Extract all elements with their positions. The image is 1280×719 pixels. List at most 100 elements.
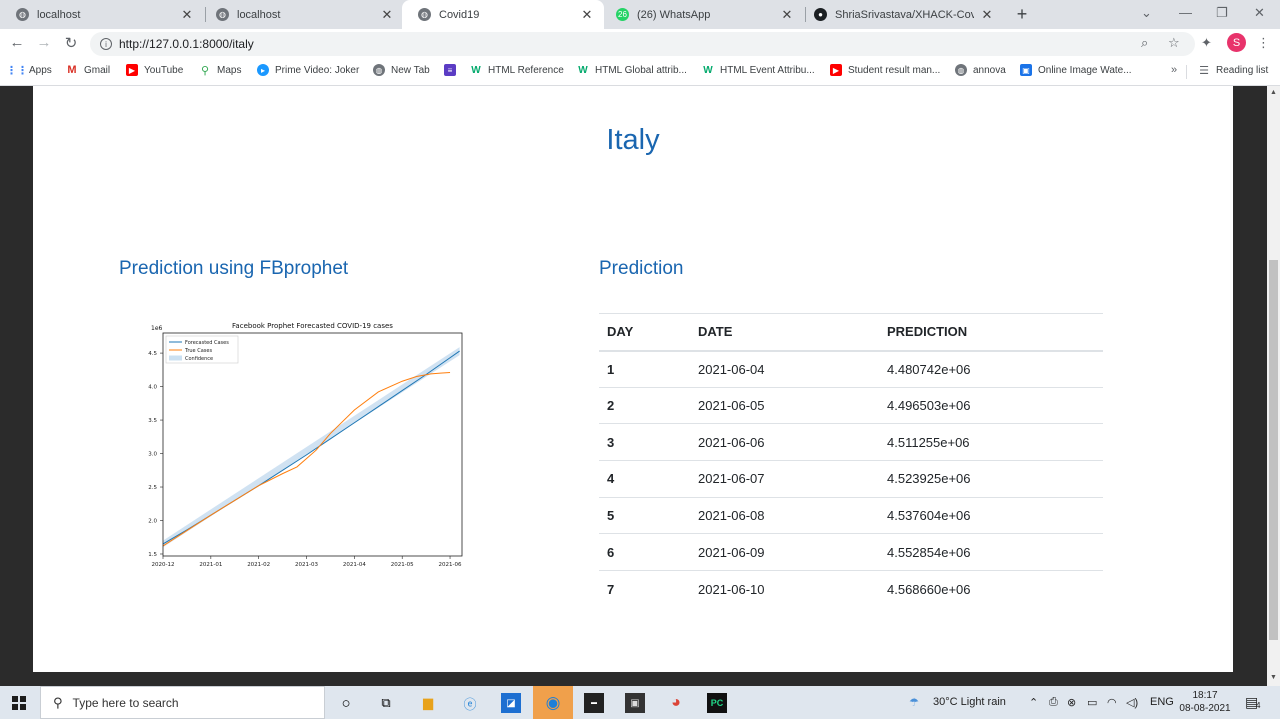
store-icon[interactable]: ◪ bbox=[501, 693, 521, 713]
network-alert-icon[interactable]: ⊗ bbox=[1067, 696, 1076, 709]
bookmark-label: Apps bbox=[29, 64, 52, 76]
page-viewport: Italy Prediction using FBprophet Predict… bbox=[0, 86, 1267, 686]
close-icon[interactable]: ✕ bbox=[180, 7, 194, 23]
zoom-icon[interactable]: ⌕ bbox=[1141, 35, 1148, 51]
page-content: Italy Prediction using FBprophet Predict… bbox=[33, 86, 1233, 672]
table-row: 3 2021-06-06 4.511255e+06 bbox=[599, 423, 1103, 462]
reload-icon[interactable]: ↻ bbox=[62, 34, 80, 52]
bookmarks-overflow-button[interactable]: » bbox=[1171, 64, 1177, 76]
file-explorer-icon[interactable]: ▆ bbox=[418, 693, 438, 713]
minimize-icon[interactable]: — bbox=[1179, 5, 1192, 20]
cell-date: 2021-06-06 bbox=[690, 423, 879, 462]
prediction-table: DAY DATE PREDICTION 1 2021-06-04 4.48074… bbox=[599, 313, 1103, 607]
page-scrollbar[interactable]: ▲ ▼ bbox=[1267, 86, 1280, 686]
cortana-icon[interactable]: ○ bbox=[336, 693, 356, 713]
tab-search-icon[interactable]: ⌄ bbox=[1141, 5, 1152, 21]
cell-day: 2 bbox=[599, 387, 690, 425]
bookmark-annova[interactable]: ◍ annova bbox=[955, 64, 1006, 76]
volume-icon[interactable]: ◁) bbox=[1126, 696, 1138, 709]
forward-arrow-icon[interactable]: → bbox=[35, 34, 53, 51]
reading-list-button[interactable]: ☰ Reading list bbox=[1198, 64, 1268, 77]
prediction-section-heading: Prediction bbox=[599, 258, 684, 279]
x-tick-label: 2021-02 bbox=[247, 562, 270, 568]
tab-github[interactable]: ● ShriaSrivastava/XHACK-Covid ✕ bbox=[798, 0, 1004, 29]
tab-title: (26) WhatsApp bbox=[637, 8, 711, 21]
table-row: 7 2021-06-10 4.568660e+06 bbox=[599, 571, 1103, 608]
bookmark-html-reference[interactable]: W HTML Reference bbox=[470, 64, 564, 76]
terminal-icon[interactable]: ▬ bbox=[584, 693, 604, 713]
w3schools-icon: W bbox=[703, 64, 713, 76]
gmail-icon: M bbox=[67, 64, 77, 76]
battery-icon[interactable]: ▭ bbox=[1087, 696, 1097, 709]
cell-day: 4 bbox=[599, 460, 690, 498]
bookmark-maps[interactable]: ⚲ Maps bbox=[199, 64, 241, 77]
windows-start-icon[interactable] bbox=[12, 696, 26, 710]
cell-prediction: 4.537604e+06 bbox=[879, 497, 1103, 535]
bookmark-label: Prime Video: Joker bbox=[275, 64, 360, 76]
chrome-icon[interactable]: ◕ bbox=[666, 693, 686, 713]
extensions-puzzle-icon[interactable]: ✦ bbox=[1201, 35, 1212, 51]
bookmark-html-global[interactable]: W HTML Global attrib... bbox=[577, 64, 687, 76]
profile-avatar[interactable]: S bbox=[1227, 33, 1246, 52]
cell-day: 6 bbox=[599, 533, 690, 572]
tab-localhost-1[interactable]: ◍ localhost ✕ bbox=[0, 0, 204, 29]
url-text[interactable]: http://127.0.0.1:8000/italy bbox=[119, 37, 254, 51]
weather-text[interactable]: 30°C Light rain bbox=[933, 696, 1006, 708]
weather-icon: ☂ bbox=[909, 697, 919, 709]
github-icon: ● bbox=[814, 8, 827, 21]
bookmark-star-icon[interactable]: ☆ bbox=[1168, 35, 1180, 51]
bookmark-list[interactable]: ≡ bbox=[444, 64, 462, 76]
tab-whatsapp[interactable]: 26 (26) WhatsApp ✕ bbox=[600, 0, 804, 29]
globe-icon: ◍ bbox=[955, 64, 967, 76]
bookmarks-bar: ⋮⋮ Apps M Gmail ▶ YouTube ⚲ Maps ▸ Prime… bbox=[0, 59, 1280, 86]
scrollbar-thumb[interactable] bbox=[1269, 260, 1278, 640]
close-icon[interactable]: ✕ bbox=[780, 7, 794, 23]
tab-covid19[interactable]: ◍ Covid19 ✕ bbox=[402, 0, 604, 29]
scroll-up-icon[interactable]: ▲ bbox=[1270, 89, 1277, 96]
window-close-icon[interactable]: ✕ bbox=[1254, 5, 1265, 21]
w3schools-icon: W bbox=[471, 64, 481, 76]
close-icon[interactable]: ✕ bbox=[380, 7, 394, 23]
forecast-chart: Facebook Prophet Forecasted COVID-19 cas… bbox=[148, 322, 463, 568]
x-tick-label: 2021-04 bbox=[343, 562, 366, 568]
meet-now-icon[interactable]: ⎙ bbox=[1049, 696, 1058, 709]
bookmark-prime-video[interactable]: ▸ Prime Video: Joker bbox=[257, 64, 359, 76]
back-arrow-icon[interactable]: ← bbox=[8, 34, 26, 51]
image-icon: ▣ bbox=[1020, 64, 1032, 76]
legend-label: Confidence bbox=[185, 356, 213, 362]
close-icon[interactable]: ✕ bbox=[580, 7, 594, 23]
bookmark-new-tab[interactable]: ◍ New Tab bbox=[373, 64, 430, 76]
clock-date: 08-08-2021 bbox=[1179, 703, 1231, 714]
bookmark-apps[interactable]: ⋮⋮ Apps bbox=[6, 64, 52, 77]
true-cases-line bbox=[162, 372, 451, 547]
edge-icon[interactable]: ◉ bbox=[533, 686, 573, 719]
bookmarks-divider bbox=[1186, 65, 1187, 79]
tab-strip: ◍ localhost ✕ ◍ localhost ✕ ◍ Covid19 ✕ … bbox=[0, 0, 1280, 29]
info-icon[interactable]: i bbox=[100, 38, 112, 50]
bookmark-online-image[interactable]: ▣ Online Image Wate... bbox=[1020, 64, 1132, 76]
internet-explorer-icon[interactable]: ⓔ bbox=[460, 693, 480, 713]
bookmark-label: HTML Reference bbox=[488, 64, 564, 76]
address-bar[interactable]: i http://127.0.0.1:8000/italy bbox=[90, 32, 1195, 56]
task-view-icon[interactable]: ⧉ bbox=[376, 693, 396, 713]
app-window-icon[interactable]: ▣ bbox=[625, 693, 645, 713]
pycharm-icon[interactable]: PC bbox=[707, 693, 727, 713]
bookmark-html-event[interactable]: W HTML Event Attribu... bbox=[702, 64, 814, 76]
bookmark-student-result[interactable]: ▶ Student result man... bbox=[830, 64, 940, 76]
bookmark-gmail[interactable]: M Gmail bbox=[66, 64, 110, 76]
new-tab-button[interactable]: + bbox=[1013, 4, 1031, 25]
youtube-icon: ▶ bbox=[830, 64, 842, 76]
bookmark-youtube[interactable]: ▶ YouTube bbox=[126, 64, 183, 76]
table-row: 5 2021-06-08 4.537604e+06 bbox=[599, 497, 1103, 535]
menu-kebab-icon[interactable]: ⋮ bbox=[1257, 35, 1270, 51]
tray-expand-icon[interactable]: ⌃ bbox=[1029, 696, 1038, 709]
taskbar-search-box[interactable]: ⚲ Type here to search bbox=[40, 686, 325, 719]
maximize-icon[interactable]: ❐ bbox=[1216, 5, 1228, 21]
close-icon[interactable]: ✕ bbox=[980, 7, 994, 23]
taskbar-clock[interactable]: 18:17 08-08-2021 bbox=[1170, 689, 1240, 715]
tab-title: localhost bbox=[237, 8, 281, 21]
globe-icon: ◍ bbox=[216, 8, 229, 21]
wifi-icon[interactable]: ◠ bbox=[1107, 696, 1117, 709]
tab-localhost-2[interactable]: ◍ localhost ✕ bbox=[200, 0, 404, 29]
scroll-down-icon[interactable]: ▼ bbox=[1270, 674, 1277, 681]
